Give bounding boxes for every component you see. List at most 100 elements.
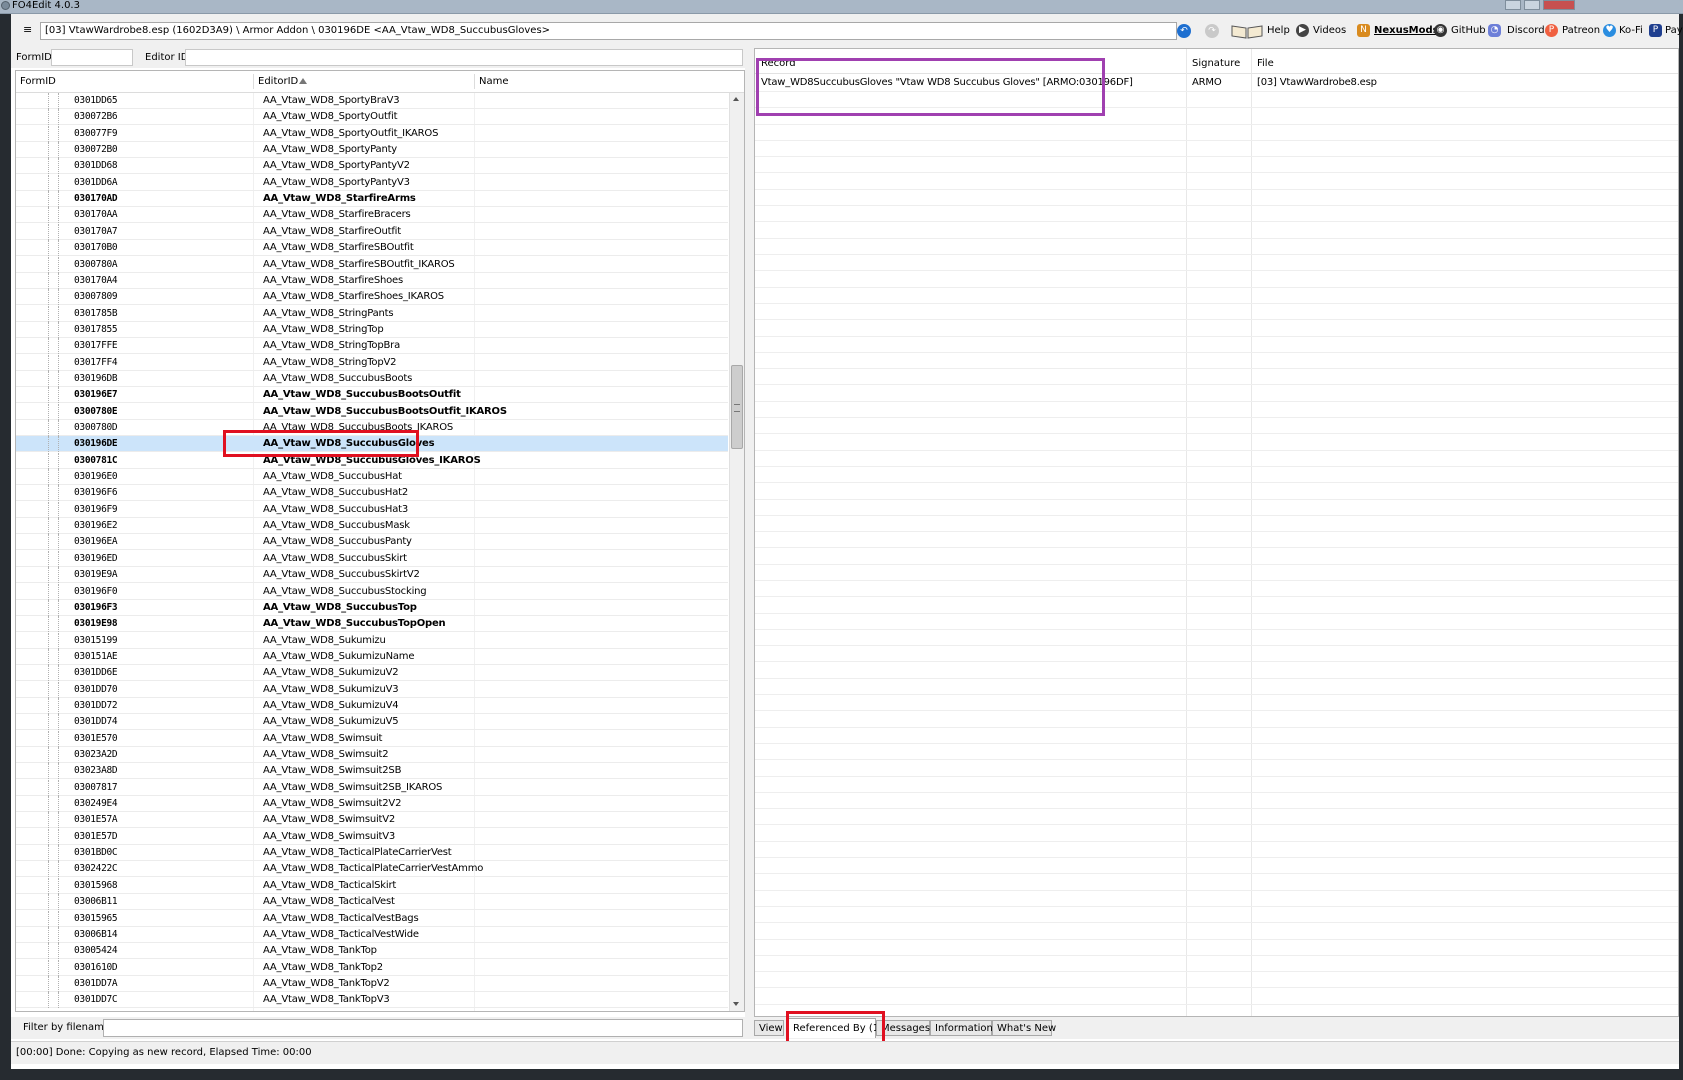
table-row[interactable]: 03019E9A AA_Vtaw_WD8_SuccubusSkirtV2 [16, 567, 728, 583]
column-header-editorid[interactable]: EditorID [254, 71, 474, 92]
table-row[interactable]: 03019E98 AA_Vtaw_WD8_SuccubusTopOpen [16, 616, 728, 632]
table-row[interactable]: 030196ED AA_Vtaw_WD8_SuccubusSkirt [16, 551, 728, 567]
table-row[interactable]: 0301785B AA_Vtaw_WD8_StringPants [16, 306, 728, 322]
editorid-cell: AA_Vtaw_WD8_StarfireSBOutfit_IKAROS [263, 259, 455, 270]
table-row[interactable]: 030249E4 AA_Vtaw_WD8_Swimsuit2V2 [16, 796, 728, 812]
vertical-scrollbar[interactable] [729, 93, 744, 1011]
menu-icon[interactable]: ≡ [23, 24, 32, 35]
pane-splitter[interactable] [745, 48, 754, 1039]
table-row[interactable]: 030196F0 AA_Vtaw_WD8_SuccubusStocking [16, 584, 728, 600]
scroll-down-arrow-icon[interactable] [733, 1002, 739, 1006]
table-row[interactable]: 0301DD6A AA_Vtaw_WD8_SportyPantyV3 [16, 175, 728, 191]
filter-by-filename-input[interactable] [103, 1019, 743, 1037]
table-row[interactable]: 0301E570 AA_Vtaw_WD8_Swimsuit [16, 731, 728, 747]
table-row[interactable]: 0301DD65 AA_Vtaw_WD8_SportyBraV3 [16, 93, 728, 109]
tree-guide-line [48, 257, 50, 273]
videos-icon[interactable]: ▶ [1296, 24, 1309, 37]
table-row[interactable]: 030196F6 AA_Vtaw_WD8_SuccubusHat2 [16, 485, 728, 501]
grid-row-line [755, 433, 1678, 434]
table-row[interactable]: 0302422C AA_Vtaw_WD8_TacticalPlateCarrier… [16, 861, 728, 877]
github-link[interactable]: GitHub [1451, 24, 1486, 38]
patreon-icon[interactable]: P [1545, 24, 1558, 37]
nexusmods-link[interactable]: NexusMods [1374, 24, 1439, 38]
help-link[interactable]: Help [1267, 24, 1290, 38]
table-row[interactable]: 030196F3 AA_Vtaw_WD8_SuccubusTop [16, 600, 728, 616]
tab-view[interactable]: View [754, 1020, 784, 1036]
window-frame-left [0, 14, 11, 1069]
tree-guide-line [48, 633, 50, 649]
formid-cell: 0301DD6E [74, 667, 118, 678]
column-header-formid[interactable]: FormID [16, 71, 253, 92]
table-row[interactable]: 0301E57D AA_Vtaw_WD8_SwimsuitV3 [16, 829, 728, 845]
table-row[interactable]: 030196EA AA_Vtaw_WD8_SuccubusPanty [16, 534, 728, 550]
table-row[interactable]: 0301DD68 AA_Vtaw_WD8_SportyPantyV2 [16, 158, 728, 174]
tree-guide-line [58, 584, 60, 600]
table-row[interactable]: 030170AD AA_Vtaw_WD8_StarfireArms [16, 191, 728, 207]
table-row[interactable]: 030170A4 AA_Vtaw_WD8_StarfireShoes [16, 273, 728, 289]
scrollbar-thumb[interactable] [731, 365, 743, 449]
paypal-link[interactable]: PayPal [1665, 24, 1683, 38]
table-row[interactable]: 0301DD74 AA_Vtaw_WD8_SukumizuV5 [16, 714, 728, 730]
table-row[interactable]: 030196E7 AA_Vtaw_WD8_SuccubusBootsOutfit [16, 387, 728, 403]
table-row[interactable]: 03015968 AA_Vtaw_WD8_TacticalSkirt [16, 878, 728, 894]
kofi-icon[interactable]: ♥ [1603, 24, 1616, 37]
table-row[interactable]: 030170A7 AA_Vtaw_WD8_StarfireOutfit [16, 224, 728, 240]
table-row[interactable]: 03023A2D AA_Vtaw_WD8_Swimsuit2 [16, 747, 728, 763]
table-row[interactable]: 0301610D AA_Vtaw_WD8_TankTop2 [16, 960, 728, 976]
nexusmods-icon[interactable]: N [1357, 24, 1370, 37]
editorid-search-input[interactable] [185, 49, 743, 66]
table-row[interactable]: 0301E57A AA_Vtaw_WD8_SwimsuitV2 [16, 812, 728, 828]
table-row[interactable]: 030196DB AA_Vtaw_WD8_SuccubusBoots [16, 371, 728, 387]
table-row[interactable]: 03007817 AA_Vtaw_WD8_Swimsuit2SB_IKAROS [16, 780, 728, 796]
github-icon[interactable]: ◉ [1434, 24, 1447, 37]
record-path-box[interactable]: [03] VtawWardrobe8.esp (1602D3A9) \ Armo… [40, 22, 1177, 40]
table-row[interactable]: 03017FFE AA_Vtaw_WD8_StringTopBra [16, 338, 728, 354]
tab-information[interactable]: Information [930, 1020, 993, 1036]
table-row[interactable]: 030151AE AA_Vtaw_WD8_SukumizuName [16, 649, 728, 665]
table-row[interactable]: 0301BD0C AA_Vtaw_WD8_TacticalPlateCarrier… [16, 845, 728, 861]
minimize-button[interactable] [1505, 0, 1521, 10]
table-row[interactable]: 030072B6 AA_Vtaw_WD8_SportyOutfit [16, 109, 728, 125]
discord-icon[interactable]: ◔ [1488, 24, 1501, 37]
table-row[interactable]: 030196E2 AA_Vtaw_WD8_SuccubusMask [16, 518, 728, 534]
table-row[interactable]: 0300780E AA_Vtaw_WD8_SuccubusBootsOutfit_… [16, 404, 728, 420]
scroll-up-arrow-icon[interactable] [733, 97, 739, 101]
back-icon[interactable]: ↶ [1177, 24, 1191, 38]
table-row[interactable]: 0301DD72 AA_Vtaw_WD8_SukumizuV4 [16, 698, 728, 714]
formid-cell: 0301610D [74, 962, 118, 973]
table-row[interactable]: 03017FF4 AA_Vtaw_WD8_StringTopV2 [16, 355, 728, 371]
table-row[interactable]: 03005424 AA_Vtaw_WD8_TankTop [16, 943, 728, 959]
table-row[interactable]: 0301DD7A AA_Vtaw_WD8_TankTopV2 [16, 976, 728, 992]
table-row[interactable]: 0301DD70 AA_Vtaw_WD8_SukumizuV3 [16, 682, 728, 698]
videos-link[interactable]: Videos [1313, 24, 1346, 38]
maximize-button[interactable] [1524, 0, 1540, 10]
table-row[interactable]: 030170B0 AA_Vtaw_WD8_StarfireSBOutfit [16, 240, 728, 256]
table-row[interactable]: 0301DD6E AA_Vtaw_WD8_SukumizuV2 [16, 665, 728, 681]
table-row[interactable]: 030077F9 AA_Vtaw_WD8_SportyOutfit_IKAROS [16, 126, 728, 142]
table-row[interactable]: 030196E0 AA_Vtaw_WD8_SuccubusHat [16, 469, 728, 485]
table-row[interactable]: 03015965 AA_Vtaw_WD8_TacticalVestBags [16, 911, 728, 927]
table-row[interactable]: 030196F9 AA_Vtaw_WD8_SuccubusHat3 [16, 502, 728, 518]
table-row[interactable]: 03007809 AA_Vtaw_WD8_StarfireShoes_IKAROS [16, 289, 728, 305]
tab-whats-new[interactable]: What's New [992, 1020, 1056, 1036]
close-button[interactable] [1543, 0, 1575, 10]
forward-icon[interactable]: ↷ [1205, 24, 1219, 38]
paypal-icon[interactable]: P [1649, 24, 1662, 37]
formid-search-input[interactable] [51, 49, 133, 66]
table-row[interactable]: 03006B11 AA_Vtaw_WD8_TacticalVest [16, 894, 728, 910]
patreon-link[interactable]: Patreon [1562, 24, 1600, 38]
kofi-link[interactable]: Ko-Fi [1619, 24, 1643, 38]
tree-guide-line [58, 257, 60, 273]
table-row[interactable]: 030072B0 AA_Vtaw_WD8_SportyPanty [16, 142, 728, 158]
book-icon[interactable] [1230, 23, 1264, 39]
formid-cell: 030249E4 [74, 798, 118, 809]
discord-link[interactable]: Discord [1507, 24, 1545, 38]
table-row[interactable]: 0300780A AA_Vtaw_WD8_StarfireSBOutfit_IKA… [16, 257, 728, 273]
table-row[interactable]: 03017855 AA_Vtaw_WD8_StringTop [16, 322, 728, 338]
table-row[interactable]: 0301DD7C AA_Vtaw_WD8_TankTopV3 [16, 992, 728, 1008]
table-row[interactable]: 03015199 AA_Vtaw_WD8_Sukumizu [16, 633, 728, 649]
column-header-name[interactable]: Name [475, 71, 725, 92]
table-row[interactable]: 03023A8D AA_Vtaw_WD8_Swimsuit2SB [16, 763, 728, 779]
table-row[interactable]: 03006B14 AA_Vtaw_WD8_TacticalVestWide [16, 927, 728, 943]
table-row[interactable]: 030170AA AA_Vtaw_WD8_StarfireBracers [16, 207, 728, 223]
